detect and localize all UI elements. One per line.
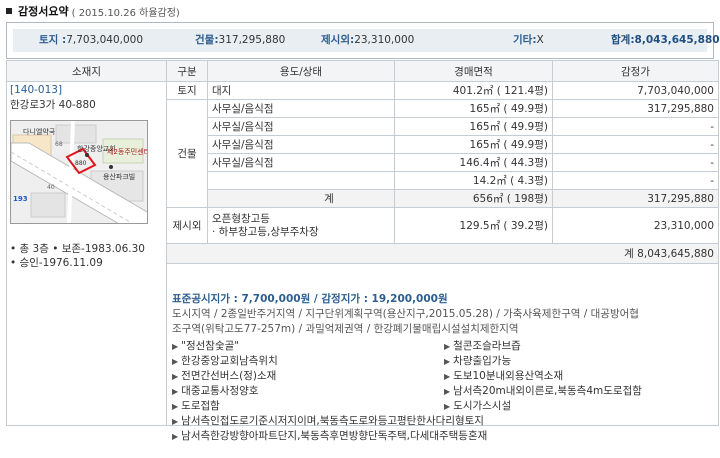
- triangle-bullet-icon: ▶: [444, 387, 451, 396]
- header-use: 용도/상태: [207, 60, 395, 82]
- appraisal-details: 표준공시지가 : 7,700,000원 / 감정지가 : 19,200,000원…: [172, 292, 718, 452]
- triangle-bullet-icon: ▶: [444, 372, 451, 381]
- feature-row: ▶ 대중교통사정양호 ▶ 남서측20m내외이른로,북동측4m도로접함: [172, 384, 718, 399]
- feature-item: ▶ 도보10분내외용산역소재: [444, 370, 564, 382]
- feature-item: ▶ 철콘조슬라브즙: [444, 340, 521, 352]
- header-area: 경매면적: [394, 60, 553, 82]
- building-price: 317,295,880: [552, 99, 719, 118]
- location-cell: [140-013] 한강로3가 40-880 다니엘약국 한강중앙교회 제2동주…: [6, 81, 167, 426]
- triangle-bullet-icon: ▶: [172, 402, 179, 411]
- map-label-hall: 제2동주민센터: [107, 147, 148, 156]
- building-subtotal-price: 317,295,880: [552, 189, 719, 208]
- feature-item: ▶ 전면간선버스(정)소재: [172, 370, 277, 382]
- triangle-bullet-icon: ▶: [444, 342, 451, 351]
- land-use: 대지: [207, 81, 395, 100]
- excluded-use: 오픈형창고등 · 하부창고등,상부주차장: [207, 207, 395, 244]
- building-price: -: [552, 153, 719, 172]
- title-subtitle: ( 2015.10.26 하율감정): [71, 7, 180, 19]
- building-subtotal-label: 계: [207, 189, 395, 208]
- triangle-bullet-icon: ▶: [172, 417, 179, 426]
- map-label-number-40: 40: [47, 184, 55, 191]
- building-area: 165㎡ ( 49.9평): [394, 117, 553, 136]
- building-info: • 총 3층 • 보존-1983.06.30 • 승인-1976.11.09: [10, 242, 163, 270]
- building-subtotal-area: 656㎡ ( 198평): [394, 189, 553, 208]
- building-area: 165㎡ ( 49.9평): [394, 135, 553, 154]
- feature-item: ▶ 남서측한강방향아파트단지,북동측후면방향단독주택,다세대주택등혼재: [172, 430, 488, 442]
- land-price-line: 표준공시지가 : 7,700,000원 / 감정지가 : 19,200,000원: [172, 293, 448, 305]
- map-label-lot: 880: [75, 160, 87, 167]
- feature-row: ▶ 남서측한강방향아파트단지,북동측후면방향단독주택,다세대주택등혼재: [172, 429, 718, 444]
- section-title: 감정서요약 ( 2015.10.26 하율감정): [6, 4, 180, 19]
- feature-item: ▶ 남서측20m내외이른로,북동측4m도로접함: [444, 385, 642, 397]
- triangle-bullet-icon: ▶: [172, 357, 179, 366]
- summary-building: 건물:317,295,880: [195, 34, 286, 46]
- postal-code: [140-013]: [10, 84, 63, 96]
- summary-excluded: 제시외:23,310,000: [321, 34, 415, 46]
- header-price: 감정가: [552, 60, 719, 82]
- zoning-line-1: 도시지역 / 2종일반주거지역 / 지구단위계획구역(용산지구,2015.05.…: [172, 308, 639, 320]
- land-area: 401.2㎡ ( 121.4평): [394, 81, 553, 100]
- summary-bar: 토지 :7,703,040,000 건물:317,295,880 제시외:23,…: [13, 29, 720, 52]
- summary-other: 기타:X: [513, 34, 544, 46]
- building-area: 165㎡ ( 49.9평): [394, 99, 553, 118]
- feature-row: ▶ 전면간선버스(정)소재 ▶ 도보10분내외용산역소재: [172, 369, 718, 384]
- excluded-area: 129.5㎡ ( 39.2평): [394, 207, 553, 244]
- building-use: 사무실/음식점: [207, 135, 395, 154]
- feature-list: ▶ "정선참숯골" ▶ 철콘조슬라브즙 ▶ 한강중앙교회남측위치 ▶ 차량출입가능 ▶ 전…: [172, 339, 718, 444]
- map-label-pharmacy: 다니엘약국: [23, 127, 56, 136]
- feature-row: ▶ 남서측인접도로기준시저지이며,북동측도로와등고평탄한사다리형토지: [172, 414, 718, 429]
- excluded-category: 제시외: [166, 207, 208, 244]
- feature-item: ▶ "정선참숯골": [172, 340, 240, 352]
- building-category: 건물: [166, 99, 208, 208]
- bullet-square-icon: [6, 8, 12, 14]
- feature-row: ▶ 한강중앙교회남측위치 ▶ 차량출입가능: [172, 354, 718, 369]
- building-price: -: [552, 171, 719, 190]
- header-location: 소재지: [6, 60, 167, 82]
- feature-item: ▶ 남서측인접도로기준시저지이며,북동측도로와등고평탄한사다리형토지: [172, 415, 484, 427]
- excluded-use-detail: · 하부창고등,상부주차장: [212, 225, 319, 238]
- building-use: 사무실/음식점: [207, 99, 395, 118]
- land-category: 토지: [166, 81, 208, 100]
- triangle-bullet-icon: ▶: [172, 372, 179, 381]
- title-text: 감정서요약: [18, 5, 69, 18]
- feature-item: ▶ 도시가스시설: [444, 400, 512, 412]
- excluded-price: 23,310,000: [552, 207, 719, 244]
- building-use: [207, 171, 395, 190]
- feature-row: ▶ "정선참숯골" ▶ 철콘조슬라브즙: [172, 339, 718, 354]
- summary-land: 토지 :7,703,040,000: [39, 34, 144, 46]
- triangle-bullet-icon: ▶: [444, 402, 451, 411]
- location-map[interactable]: 다니엘약국 한강중앙교회 제2동주민센터 용산파크빌 880 193 68 40: [10, 120, 148, 224]
- land-price: 7,703,040,000: [552, 81, 719, 100]
- feature-item: ▶ 차량출입가능: [444, 355, 512, 367]
- building-price: -: [552, 135, 719, 154]
- building-price: -: [552, 117, 719, 136]
- grand-total: 계 8,043,645,880: [166, 243, 719, 264]
- summary-total: 합계:8,043,645,880: [611, 34, 720, 46]
- feature-item: ▶ 대중교통사정양호: [172, 385, 259, 397]
- table-row-land: [140-013] 한강로3가 40-880 다니엘약국 한강중앙교회 제2동주…: [6, 81, 719, 426]
- zoning-line-2: 조구역(위탁고도77-257m) / 과밀억제권역 / 한강폐기물매립시설설치제…: [172, 323, 519, 335]
- triangle-bullet-icon: ▶: [172, 387, 179, 396]
- table-header-row: 소재지 구분 용도/상태 경매면적 감정가: [6, 60, 719, 82]
- triangle-bullet-icon: ▶: [172, 342, 179, 351]
- building-area: 14.2㎡ ( 4.3평): [394, 171, 553, 190]
- building-use: 사무실/음식점: [207, 117, 395, 136]
- map-label-number-68: 68: [55, 141, 63, 148]
- excluded-use-main: 오픈형창고등: [212, 212, 270, 225]
- triangle-bullet-icon: ▶: [444, 357, 451, 366]
- building-approval-info: • 승인-1976.11.09: [10, 257, 103, 269]
- appraisal-summary-box: 토지 :7,703,040,000 건물:317,295,880 제시외:23,…: [6, 22, 720, 59]
- building-floors-info: • 총 3층 • 보존-1983.06.30: [10, 243, 145, 255]
- feature-item: ▶ 도로접함: [172, 400, 220, 412]
- map-label-park: 용산파크빌: [103, 172, 135, 181]
- triangle-bullet-icon: ▶: [172, 432, 179, 441]
- building-area: 146.4㎡ ( 44.3평): [394, 153, 553, 172]
- building-use: 사무실/음식점: [207, 153, 395, 172]
- header-category: 구분: [166, 60, 208, 82]
- feature-item: ▶ 한강중앙교회남측위치: [172, 355, 278, 367]
- feature-row: ▶ 도로접함 ▶ 도시가스시설: [172, 399, 718, 414]
- property-address: 한강로3가 40-880: [10, 99, 96, 111]
- map-label-number-193: 193: [13, 195, 28, 203]
